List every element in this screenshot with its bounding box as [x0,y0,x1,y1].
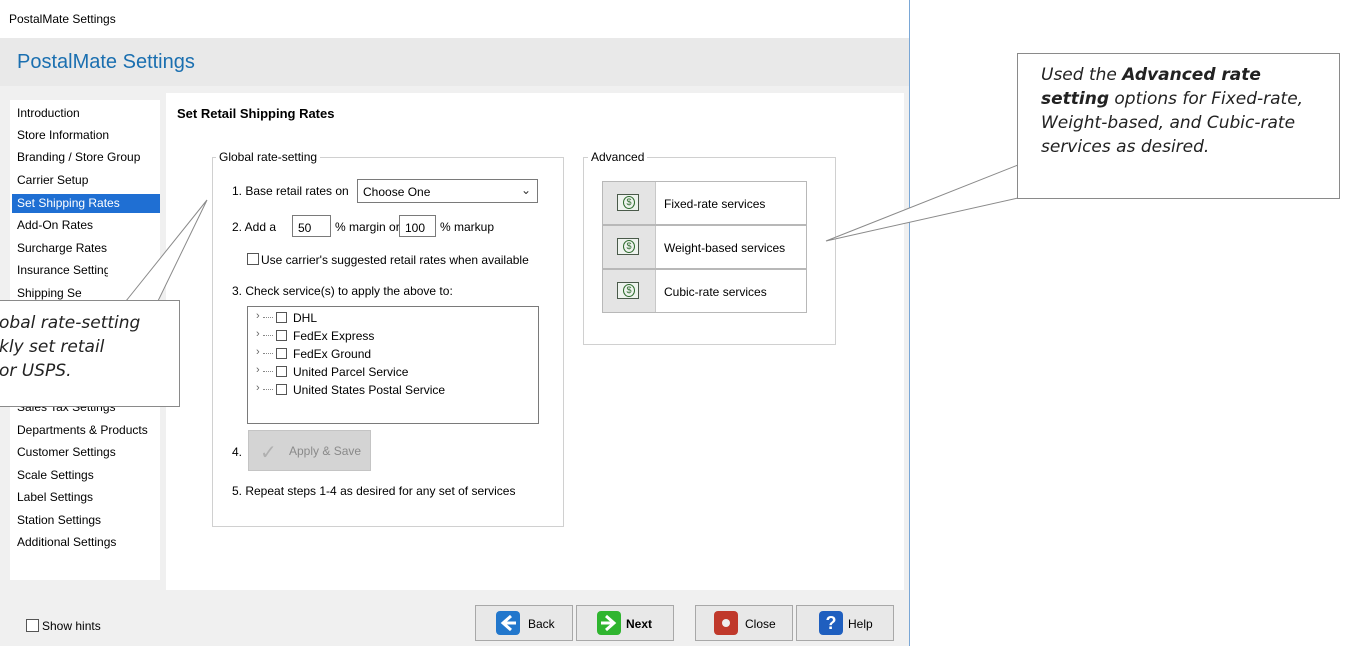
left-callout-line: obal rate-setting [0,313,141,333]
left-callout-line: kly set retail [0,337,105,357]
left-callout-line: or USPS. [0,361,72,381]
right-callout-line: setting options for Fixed-rate, [1041,89,1304,109]
left-callout: obal rate-setting kly set retail or USPS… [0,300,180,407]
right-callout-line: services as desired. [1041,137,1210,157]
right-callout-line: Weight-based, and Cubic-rate [1041,113,1296,133]
right-callout-line: Used the Advanced rate [1041,65,1261,85]
right-callout: Used the Advanced rate setting options f… [1017,53,1340,199]
